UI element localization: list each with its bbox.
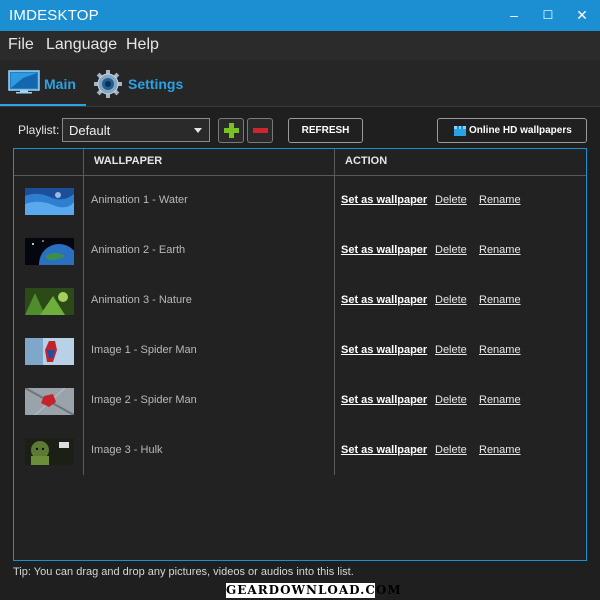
minimize-button[interactable]: – (497, 0, 531, 31)
menu-language[interactable]: Language (46, 36, 117, 54)
table-row[interactable]: Animation 2 - Earth Set as wallpaper Delet… (14, 226, 586, 276)
table-row[interactable]: Image 1 - Spider Man Set as wallpaper Dele… (14, 326, 586, 376)
remove-playlist-button[interactable] (247, 118, 273, 143)
tab-bar: Main Settings (0, 60, 600, 107)
tab-main-label: Main (44, 76, 76, 92)
close-button[interactable]: ✕ (565, 0, 599, 31)
wallpaper-name: Image 2 - Spider Man (91, 394, 197, 406)
active-tab-indicator (0, 104, 86, 106)
tip-text: Tip: You can drag and drop any pictures,… (13, 566, 354, 578)
header-action: ACTION (345, 155, 388, 167)
delete-link[interactable]: Delete (435, 394, 467, 406)
plus-icon (224, 123, 239, 138)
wallpaper-name: Image 3 - Hulk (91, 444, 163, 456)
wallpaper-name: Animation 3 - Nature (91, 294, 192, 306)
wallpaper-thumbnail (25, 338, 74, 365)
wallpaper-name: Animation 1 - Water (91, 194, 188, 206)
clapperboard-icon (454, 126, 466, 136)
title-bar: IMDESKTOP – ☐ ✕ (0, 0, 600, 31)
rename-link[interactable]: Rename (479, 444, 521, 456)
rename-link[interactable]: Rename (479, 394, 521, 406)
wallpaper-thumbnail (25, 188, 74, 215)
delete-link[interactable]: Delete (435, 194, 467, 206)
wallpaper-thumbnail (25, 388, 74, 415)
wallpaper-name: Animation 2 - Earth (91, 244, 186, 256)
window-title: IMDESKTOP (9, 7, 99, 24)
wallpaper-name: Image 1 - Spider Man (91, 344, 197, 356)
chevron-down-icon (194, 128, 202, 133)
rename-link[interactable]: Rename (479, 244, 521, 256)
rename-link[interactable]: Rename (479, 294, 521, 306)
rename-link[interactable]: Rename (479, 194, 521, 206)
table-row[interactable]: Animation 1 - Water Set as wallpaper Delet… (14, 176, 586, 226)
set-as-wallpaper-link[interactable]: Set as wallpaper (341, 444, 427, 456)
list-header: WALLPAPER ACTION (14, 149, 586, 176)
delete-link[interactable]: Delete (435, 344, 467, 356)
wallpaper-thumbnail (25, 288, 74, 315)
menu-file[interactable]: File (8, 36, 34, 54)
delete-link[interactable]: Delete (435, 244, 467, 256)
tab-settings[interactable]: Settings (90, 60, 190, 106)
set-as-wallpaper-link[interactable]: Set as wallpaper (341, 194, 427, 206)
online-wallpapers-label: Online HD wallpapers (469, 125, 572, 136)
delete-link[interactable]: Delete (435, 294, 467, 306)
wallpaper-thumbnail (25, 438, 74, 465)
online-wallpapers-button[interactable]: Online HD wallpapers (437, 118, 587, 143)
add-playlist-button[interactable] (218, 118, 244, 143)
rename-link[interactable]: Rename (479, 344, 521, 356)
tab-main[interactable]: Main (0, 60, 86, 106)
set-as-wallpaper-link[interactable]: Set as wallpaper (341, 294, 427, 306)
playlist-value: Default (69, 123, 111, 138)
table-row[interactable]: Image 2 - Spider Man Set as wallpaper Dele… (14, 376, 586, 426)
gear-icon (94, 70, 122, 98)
wallpaper-thumbnail (25, 238, 74, 265)
set-as-wallpaper-link[interactable]: Set as wallpaper (341, 394, 427, 406)
monitor-icon (8, 70, 40, 94)
minus-icon (253, 128, 268, 133)
playlist-select[interactable]: Default (62, 118, 210, 142)
delete-link[interactable]: Delete (435, 444, 467, 456)
watermark: GEARDOWNLOAD.COM (226, 583, 402, 598)
header-wallpaper: WALLPAPER (94, 155, 163, 167)
playlist-label: Playlist: (18, 123, 60, 137)
maximize-button[interactable]: ☐ (531, 0, 565, 31)
menu-help[interactable]: Help (126, 36, 159, 54)
set-as-wallpaper-link[interactable]: Set as wallpaper (341, 244, 427, 256)
table-row[interactable]: Animation 3 - Nature Set as wallpaper Dele… (14, 276, 586, 326)
wallpaper-list[interactable]: WALLPAPER ACTION Animation 1 - Water Set … (13, 148, 587, 561)
refresh-button[interactable]: REFRESH (288, 118, 363, 143)
set-as-wallpaper-link[interactable]: Set as wallpaper (341, 344, 427, 356)
menu-bar: File Language Help (0, 31, 600, 60)
tab-settings-label: Settings (128, 76, 184, 92)
table-row[interactable]: Image 3 - Hulk Set as wallpaper Delete Rena… (14, 426, 586, 476)
